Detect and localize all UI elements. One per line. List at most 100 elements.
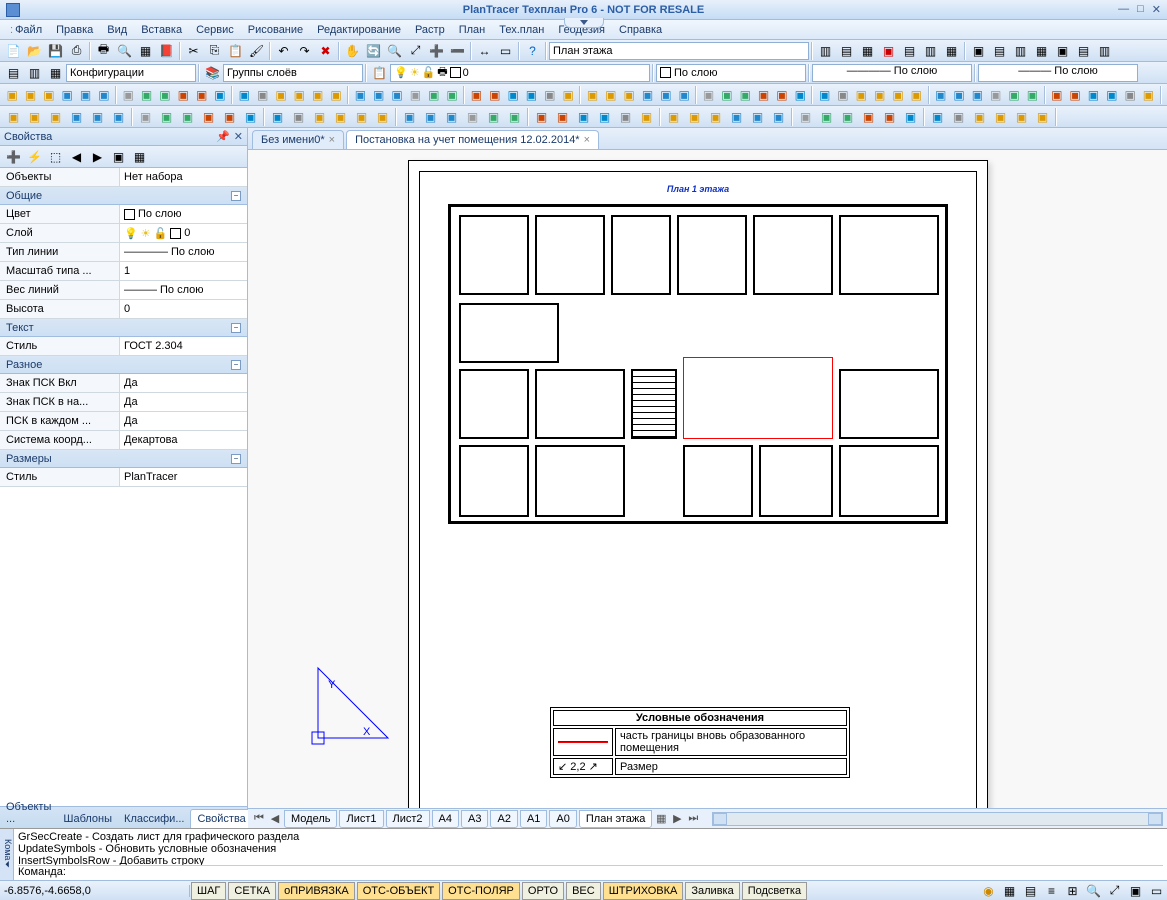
prop-ltype[interactable]: ———— По слою [120, 246, 247, 258]
plan-tool-29[interactable]: ▣ [637, 108, 656, 126]
layout-tab[interactable]: Модель [284, 810, 337, 828]
plan-tool-24[interactable]: ▣ [532, 108, 551, 126]
draw-tool-31[interactable]: ▣ [603, 86, 619, 104]
preview-icon[interactable]: 🔍 [115, 42, 134, 60]
prop-ucs-each[interactable]: Да [120, 415, 247, 427]
pflash-icon[interactable]: ⚡ [25, 148, 44, 166]
draw-tool-46[interactable]: ▣ [890, 86, 906, 104]
plan-tool-37[interactable]: ▣ [817, 108, 836, 126]
status-icon-4[interactable]: ≡ [1042, 882, 1061, 900]
plan-tool-44[interactable]: ▣ [970, 108, 989, 126]
pnext-icon[interactable]: ▶ [88, 148, 107, 166]
tab-add-icon[interactable]: ▦ [654, 812, 668, 825]
status-icon-1[interactable]: ◉ [979, 882, 998, 900]
status-Подсветка[interactable]: Подсветка [742, 882, 807, 900]
menu-Сервис[interactable]: Сервис [190, 22, 240, 38]
prop-layer[interactable]: 💡☀🔓0 [120, 227, 247, 240]
prop-height[interactable]: 0 [120, 303, 247, 315]
draw-tool-12[interactable]: ▣ [236, 86, 252, 104]
tab-next-icon[interactable]: ▶ [670, 812, 684, 825]
draw-tool-54[interactable]: ▣ [1049, 86, 1065, 104]
redo-icon[interactable]: ↷ [295, 42, 314, 60]
plan-tool-16[interactable]: ▣ [352, 108, 371, 126]
layermgr-icon[interactable]: 📋 [370, 64, 389, 82]
plan-tool-42[interactable]: ▣ [928, 108, 947, 126]
draw-tool-29[interactable]: ▣ [560, 86, 576, 104]
config-combo[interactable] [66, 64, 196, 82]
section-general[interactable]: Общие− [0, 187, 247, 205]
menu-Вставка[interactable]: Вставка [135, 22, 188, 38]
padd-icon[interactable]: ➕ [4, 148, 23, 166]
plan-tool-22[interactable]: ▣ [484, 108, 503, 126]
prop-ucs-origin[interactable]: Да [120, 396, 247, 408]
menu-Растр[interactable]: Растр [409, 22, 451, 38]
undo-icon[interactable]: ↶ [274, 42, 293, 60]
status-Заливка[interactable]: Заливка [685, 882, 739, 900]
saveall-icon[interactable]: ⎙ [67, 42, 86, 60]
draw-tool-22[interactable]: ▣ [426, 86, 442, 104]
draw-tool-33[interactable]: ▣ [639, 86, 655, 104]
draw-tool-15[interactable]: ▣ [291, 86, 307, 104]
plan-tool-36[interactable]: ▣ [796, 108, 815, 126]
prop-ucs-on[interactable]: Да [120, 377, 247, 389]
tp5-icon[interactable]: ▤ [900, 42, 919, 60]
draw-tool-55[interactable]: ▣ [1067, 86, 1083, 104]
pan-icon[interactable]: ✋ [343, 42, 362, 60]
plan-tool-34[interactable]: ▣ [748, 108, 767, 126]
menu-Вид[interactable]: Вид [101, 22, 133, 38]
tab-prev-icon[interactable]: ◀ [268, 812, 282, 825]
plan-tool-4[interactable]: ▣ [88, 108, 107, 126]
close-tab-icon[interactable]: × [584, 134, 590, 146]
layout-tab[interactable]: Лист1 [339, 810, 383, 828]
print-icon[interactable]: 🖶 [94, 42, 113, 60]
draw-tool-59[interactable]: ▣ [1140, 86, 1156, 104]
tp8-icon[interactable]: ▣ [969, 42, 988, 60]
layout-tab[interactable]: План этажа [579, 810, 652, 828]
plan-tool-46[interactable]: ▣ [1012, 108, 1031, 126]
tp6-icon[interactable]: ▥ [921, 42, 940, 60]
draw-tool-41[interactable]: ▣ [792, 86, 808, 104]
layout-tab[interactable]: A4 [432, 810, 459, 828]
panel-close-icon[interactable]: ✕ [234, 130, 243, 143]
plan-tool-0[interactable]: ▣ [4, 108, 23, 126]
orbit-icon[interactable]: 🔄 [364, 42, 383, 60]
draw-tool-30[interactable]: ▣ [584, 86, 600, 104]
plan-tool-19[interactable]: ▣ [421, 108, 440, 126]
plan-tool-33[interactable]: ▣ [727, 108, 746, 126]
draw-tool-50[interactable]: ▣ [969, 86, 985, 104]
tp13-icon[interactable]: ▤ [1074, 42, 1093, 60]
ribbon-notch[interactable] [564, 18, 604, 28]
lg-icon[interactable]: 📚 [203, 64, 222, 82]
plan-tool-3[interactable]: ▣ [67, 108, 86, 126]
status-ОТС-ПОЛЯР[interactable]: ОТС-ПОЛЯР [442, 882, 520, 900]
open-icon[interactable]: 📂 [25, 42, 44, 60]
paste-icon[interactable]: 📋 [226, 42, 245, 60]
draw-tool-53[interactable]: ▣ [1024, 86, 1040, 104]
new-icon[interactable]: 📄 [4, 42, 23, 60]
draw-tool-28[interactable]: ▣ [542, 86, 558, 104]
plan-tool-35[interactable]: ▣ [769, 108, 788, 126]
plan-tool-10[interactable]: ▣ [220, 108, 239, 126]
draw-tool-37[interactable]: ▣ [719, 86, 735, 104]
tp14-icon[interactable]: ▥ [1095, 42, 1114, 60]
draw-tool-2[interactable]: ▣ [41, 86, 57, 104]
cmd-panel-label[interactable]: Кома⏴ [0, 829, 14, 880]
tp11-icon[interactable]: ▦ [1032, 42, 1051, 60]
draw-tool-10[interactable]: ▣ [193, 86, 209, 104]
cut-icon[interactable]: ✂ [184, 42, 203, 60]
plan-tool-23[interactable]: ▣ [505, 108, 524, 126]
plan-tool-32[interactable]: ▣ [706, 108, 725, 126]
plan-tool-41[interactable]: ▣ [901, 108, 920, 126]
layout-tab[interactable]: Лист2 [386, 810, 430, 828]
drawing-canvas[interactable]: План 1 этажа [248, 150, 1167, 808]
status-ОРТО[interactable]: ОРТО [522, 882, 564, 900]
draw-tool-34[interactable]: ▣ [658, 86, 674, 104]
document-tabs[interactable]: Без имени0*×Постановка на учет помещения… [248, 128, 1167, 150]
draw-tool-17[interactable]: ▣ [328, 86, 344, 104]
plan-tool-47[interactable]: ▣ [1033, 108, 1052, 126]
draw-tool-3[interactable]: ▣ [59, 86, 75, 104]
cfg3-icon[interactable]: ▦ [46, 64, 65, 82]
layout-tab[interactable]: A0 [549, 810, 576, 828]
cfg2-icon[interactable]: ▥ [25, 64, 44, 82]
draw-tool-23[interactable]: ▣ [444, 86, 460, 104]
